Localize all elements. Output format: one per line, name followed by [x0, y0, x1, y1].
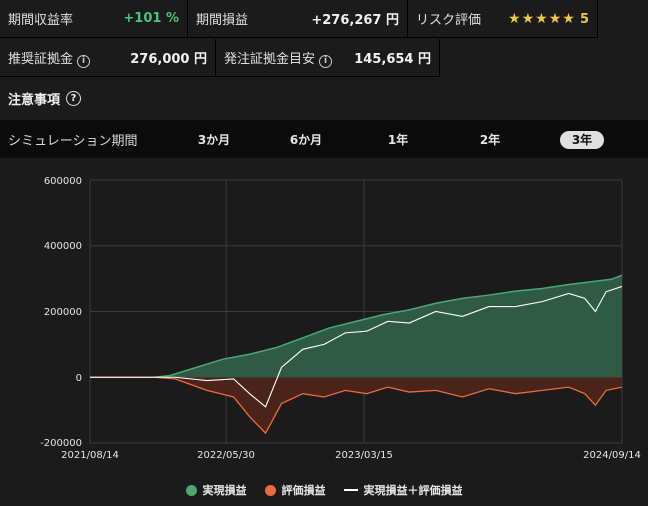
- pnl-chart[interactable]: 600000 400000 200000 0 -200000 2021/08/1…: [0, 160, 648, 484]
- tab-3-years[interactable]: 3年: [536, 130, 628, 149]
- order-margin-value: 145,654 円: [354, 52, 431, 67]
- notes-section[interactable]: 注意事項 ?: [0, 78, 648, 118]
- stats-row-1: 期間収益率 +101 % 期間損益 +276,267 円 リスク評価 ★★★★★…: [0, 0, 598, 38]
- legend-dot-icon: [264, 484, 276, 496]
- margin-label-wrap: 推奨証拠金 i: [8, 48, 91, 68]
- x-tick-label: 2024/09/14: [583, 450, 641, 461]
- legend-label: 実現損益＋評価損益: [363, 484, 463, 497]
- return-label: 期間収益率: [8, 13, 74, 28]
- return-value: +101 %: [123, 11, 179, 26]
- legend-unrealized[interactable]: 評価損益: [264, 482, 326, 498]
- simulation-period-bar: シミュレーション期間 3か月 6か月 1年 2年 3年: [0, 120, 648, 158]
- info-icon[interactable]: i: [77, 54, 91, 68]
- unrealized-area: [90, 377, 622, 434]
- tab-3-months[interactable]: 3か月: [168, 131, 260, 148]
- y-tick-label: 200000: [44, 307, 82, 318]
- y-tick-label: 400000: [44, 241, 82, 252]
- legend-label: 実現損益: [202, 484, 247, 497]
- risk-rating: ★★★★★ 5: [508, 11, 589, 27]
- chart-areas: [90, 274, 623, 435]
- legend-dot-icon: [185, 484, 197, 496]
- realized-area: [90, 275, 622, 378]
- tab-label: 1年: [387, 132, 409, 147]
- risk-label: リスク評価: [416, 13, 482, 28]
- tab-label: 2年: [479, 132, 501, 147]
- simulation-period-label: シミュレーション期間: [8, 133, 138, 149]
- margin-label: 推奨証拠金: [8, 51, 74, 67]
- order-margin-cell: 発注証拠金目安 i 145,654 円: [216, 39, 440, 77]
- legend-realized[interactable]: 実現損益: [185, 482, 247, 498]
- tab-6-months[interactable]: 6か月: [260, 131, 352, 148]
- pnl-chart-svg: 600000 400000 200000 0 -200000 2021/08/1…: [40, 176, 641, 461]
- legend-label: 評価損益: [281, 484, 326, 497]
- tab-1-year[interactable]: 1年: [352, 131, 444, 148]
- tab-label: 3か月: [197, 132, 231, 147]
- legend-line-icon: [343, 489, 358, 491]
- tab-label: 3年: [559, 130, 605, 149]
- pnl-label: 期間損益: [196, 13, 249, 28]
- risk-cell: リスク評価 ★★★★★ 5: [408, 0, 598, 38]
- x-tick-label: 2022/05/30: [197, 450, 255, 461]
- legend-total[interactable]: 実現損益＋評価損益: [343, 482, 463, 498]
- y-axis-labels: 600000 400000 200000 0 -200000: [40, 176, 82, 449]
- info-icon[interactable]: i: [319, 54, 333, 68]
- x-tick-label: 2023/03/15: [335, 450, 393, 461]
- margin-value: 276,000 円: [130, 52, 207, 67]
- stats-row-2: 推奨証拠金 i 276,000 円 発注証拠金目安 i 145,654 円: [0, 39, 440, 77]
- pnl-cell: 期間損益 +276,267 円: [188, 0, 408, 38]
- order-margin-label: 発注証拠金目安: [224, 51, 316, 67]
- tab-label: 6か月: [289, 132, 323, 147]
- star-icons: ★★★★★: [508, 10, 576, 27]
- order-margin-label-wrap: 発注証拠金目安 i: [224, 48, 333, 68]
- return-cell: 期間収益率 +101 %: [0, 0, 188, 38]
- tab-2-years[interactable]: 2年: [444, 131, 536, 148]
- chart-legend: 実現損益 評価損益 実現損益＋評価損益: [0, 482, 648, 498]
- x-axis-labels: 2021/08/14 2022/05/30 2023/03/15 2024/09…: [61, 450, 641, 461]
- risk-value: 5: [579, 11, 589, 27]
- pnl-value: +276,267 円: [311, 13, 399, 28]
- help-icon[interactable]: ?: [66, 90, 82, 106]
- x-tick-label: 2021/08/14: [61, 450, 119, 461]
- y-tick-label: -200000: [40, 438, 82, 449]
- margin-cell: 推奨証拠金 i 276,000 円: [0, 39, 216, 77]
- notes-label[interactable]: 注意事項: [8, 89, 60, 108]
- y-tick-label: 0: [76, 373, 82, 384]
- y-tick-label: 600000: [44, 176, 82, 187]
